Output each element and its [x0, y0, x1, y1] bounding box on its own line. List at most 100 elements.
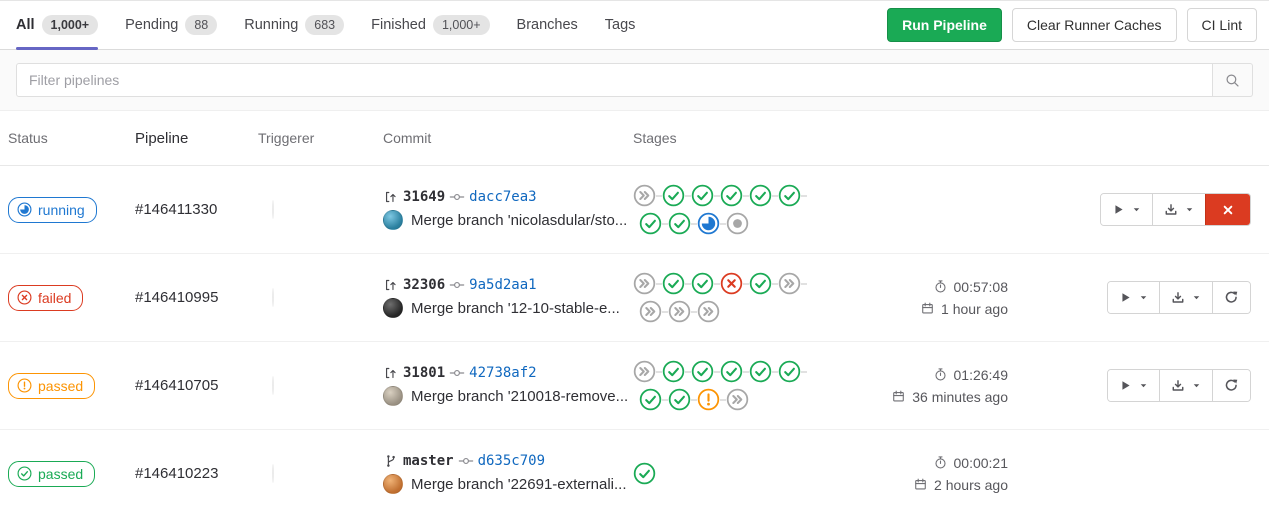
- stage-icon-success[interactable]: [778, 184, 801, 207]
- branch-ref-link[interactable]: master: [403, 453, 454, 469]
- run-pipeline-button[interactable]: Run Pipeline: [887, 8, 1002, 42]
- manual-actions-dropdown-button[interactable]: [1108, 370, 1159, 401]
- stage-icon-success[interactable]: [662, 272, 685, 295]
- pipeline-id-link[interactable]: #146410995: [135, 289, 258, 306]
- stage-icon-success[interactable]: [691, 360, 714, 383]
- timer-icon: [933, 279, 948, 294]
- triggerer-avatar[interactable]: [272, 288, 274, 307]
- tabs: All 1,000+ Pending 88 Running 683 Finish…: [16, 1, 635, 49]
- artifacts-dropdown-button[interactable]: [1152, 194, 1205, 225]
- chevron-down-icon: [1138, 292, 1149, 303]
- cancel-icon: [1220, 202, 1236, 218]
- commit-sha-link[interactable]: 9a5d2aa1: [469, 277, 536, 293]
- stage-icon-success[interactable]: [662, 184, 685, 207]
- stage-icon-failed[interactable]: [720, 272, 743, 295]
- status-badge-passed[interactable]: passed: [8, 461, 95, 487]
- stage-icon-success[interactable]: [633, 462, 656, 485]
- tab-running-label: Running: [244, 17, 298, 33]
- commit-author-avatar[interactable]: [383, 298, 403, 318]
- stage-icon-success[interactable]: [662, 360, 685, 383]
- commit-author-avatar[interactable]: [383, 386, 403, 406]
- column-header-status: Status: [8, 130, 135, 146]
- retry-pipeline-button[interactable]: [1212, 282, 1250, 313]
- tab-finished[interactable]: Finished 1,000+: [371, 1, 489, 49]
- ci-lint-button[interactable]: CI Lint: [1187, 8, 1257, 42]
- triggerer-avatar[interactable]: [272, 376, 274, 395]
- stage-icon-running[interactable]: [697, 212, 720, 235]
- commit-sha-link[interactable]: dacc7ea3: [469, 189, 536, 205]
- commit-message-link[interactable]: Merge branch '210018-remove...: [411, 388, 628, 405]
- tab-running[interactable]: Running 683: [244, 1, 344, 49]
- stage-icon-success[interactable]: [668, 388, 691, 411]
- stage-icon-success[interactable]: [720, 184, 743, 207]
- stage-connector: [801, 195, 807, 197]
- stage-icon-skipped[interactable]: [639, 300, 662, 323]
- column-header-triggerer: Triggerer: [258, 130, 383, 146]
- pipeline-duration: 00:57:08: [954, 279, 1009, 295]
- stage-icon-skipped[interactable]: [633, 360, 656, 383]
- pipeline-id-link[interactable]: #146410705: [135, 377, 258, 394]
- commit-author-avatar[interactable]: [383, 474, 403, 494]
- stage-icon-success[interactable]: [749, 184, 772, 207]
- stage-icon-success[interactable]: [720, 360, 743, 383]
- artifacts-dropdown-button[interactable]: [1159, 282, 1212, 313]
- filter-bar: [0, 50, 1269, 111]
- pipeline-row: passed #146410705 31801 42738af2 Merge b…: [0, 342, 1269, 430]
- commit-message-link[interactable]: Merge branch '22691-externali...: [411, 476, 627, 493]
- stage-icon-success[interactable]: [691, 272, 714, 295]
- time-cell: 00:00:21 2 hours ago: [815, 455, 1096, 493]
- filter-group: [16, 63, 1253, 97]
- stage-icon-skipped[interactable]: [668, 300, 691, 323]
- stage-icon-success[interactable]: [749, 272, 772, 295]
- tab-all-label: All: [16, 17, 35, 33]
- commit-message-link[interactable]: Merge branch 'nicolasdular/sto...: [411, 212, 627, 229]
- commit-message-link[interactable]: Merge branch '12-10-stable-e...: [411, 300, 620, 317]
- manual-actions-dropdown-button[interactable]: [1101, 194, 1152, 225]
- column-header-stages: Stages: [633, 130, 815, 146]
- status-badge-failed[interactable]: failed: [8, 285, 83, 311]
- stage-icon-skipped[interactable]: [697, 300, 720, 323]
- tab-tags[interactable]: Tags: [605, 1, 636, 49]
- failed-status-icon: [17, 290, 32, 305]
- artifacts-dropdown-button[interactable]: [1159, 370, 1212, 401]
- tab-all[interactable]: All 1,000+: [16, 1, 98, 49]
- stage-connector: [801, 283, 807, 285]
- stage-icon-skipped[interactable]: [726, 388, 749, 411]
- filter-pipelines-input[interactable]: [16, 63, 1213, 97]
- tab-branches[interactable]: Branches: [517, 1, 578, 49]
- merge-request-ref-link[interactable]: 32306: [403, 277, 445, 293]
- pipeline-age: 1 hour ago: [941, 301, 1008, 317]
- clear-runner-caches-button[interactable]: Clear Runner Caches: [1012, 8, 1177, 42]
- cancel-pipeline-button[interactable]: [1205, 194, 1250, 225]
- pipeline-id-link[interactable]: #146410223: [135, 465, 258, 482]
- commit-sha-link[interactable]: 42738af2: [469, 365, 536, 381]
- stage-icon-skipped[interactable]: [778, 272, 801, 295]
- stage-icon-success[interactable]: [639, 212, 662, 235]
- stage-icon-skipped[interactable]: [633, 184, 656, 207]
- stage-icon-success[interactable]: [639, 388, 662, 411]
- retry-pipeline-button[interactable]: [1212, 370, 1250, 401]
- triggerer-avatar[interactable]: [272, 200, 274, 219]
- tab-pending[interactable]: Pending 88: [125, 1, 217, 49]
- pipeline-id-link[interactable]: #146411330: [135, 201, 258, 218]
- status-badge-passed-with-warnings[interactable]: passed: [8, 373, 95, 399]
- manual-actions-dropdown-button[interactable]: [1108, 282, 1159, 313]
- calendar-icon: [913, 477, 928, 492]
- status-badge-running[interactable]: running: [8, 197, 97, 223]
- stage-icon-created[interactable]: [726, 212, 749, 235]
- search-button[interactable]: [1213, 63, 1253, 97]
- stage-icon-skipped[interactable]: [633, 272, 656, 295]
- stage-icon-warning[interactable]: [697, 388, 720, 411]
- commit-sha-link[interactable]: d635c709: [478, 453, 545, 469]
- merge-request-ref-link[interactable]: 31801: [403, 365, 445, 381]
- pipeline-row: passed #146410223 master d635c709 Merge …: [0, 430, 1269, 506]
- stage-icon-success[interactable]: [691, 184, 714, 207]
- stage-icon-success[interactable]: [778, 360, 801, 383]
- column-header-pipeline: Pipeline: [135, 130, 258, 147]
- commit-author-avatar[interactable]: [383, 210, 403, 230]
- triggerer-avatar[interactable]: [272, 464, 274, 483]
- stage-icon-success[interactable]: [749, 360, 772, 383]
- commit-icon: [449, 277, 465, 293]
- stage-icon-success[interactable]: [668, 212, 691, 235]
- merge-request-ref-link[interactable]: 31649: [403, 189, 445, 205]
